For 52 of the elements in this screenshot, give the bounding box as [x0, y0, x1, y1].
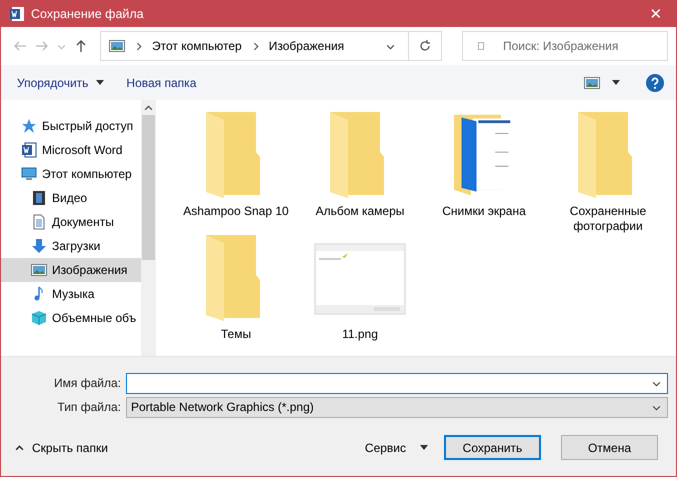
cube-icon: [31, 310, 47, 326]
field-label: Тип файла:: [56, 400, 122, 414]
help-icon[interactable]: [646, 74, 664, 92]
chevron-right-icon: [134, 42, 143, 50]
save-button[interactable]: Сохранить: [444, 435, 541, 460]
file-item[interactable]: Ashampoo Snap 10: [174, 112, 298, 235]
file-item[interactable]: 11.png: [298, 235, 422, 358]
filename-field[interactable]: [126, 372, 668, 394]
scroll-up-icon[interactable]: [144, 103, 153, 112]
down-arrow-icon: [31, 238, 47, 254]
sidebar-item[interactable]: Изображения: [1, 258, 141, 282]
up-arrow-icon[interactable]: [74, 39, 88, 53]
caret-icon: [96, 80, 104, 85]
search-field[interactable]: Поиск: Изображения: [462, 31, 668, 61]
hide-folders-button[interactable]: Скрыть папки: [13, 438, 110, 456]
pictures-icon: [109, 40, 125, 52]
film-icon: [31, 190, 47, 206]
sidebar-item[interactable]: Быстрый доступ: [1, 114, 141, 138]
new-folder-button[interactable]: Новая папка: [118, 72, 204, 94]
file-type-dropdown[interactable]: Portable Network Graphics (*.png): [126, 396, 668, 418]
star-icon: [21, 118, 37, 134]
file-item[interactable]: Альбом камеры: [298, 112, 422, 235]
tools-button[interactable]: Сервис: [362, 438, 438, 456]
field-label: Имя файла:: [53, 376, 122, 390]
document-icon: [31, 214, 47, 230]
file-item[interactable]: Снимки экрана: [422, 112, 546, 235]
file-item[interactable]: Сохраненные фотографии: [546, 112, 670, 235]
word-icon: [9, 6, 25, 22]
close-button[interactable]: ✕: [636, 0, 676, 27]
caret-icon[interactable]: [612, 80, 620, 85]
word-icon: [21, 142, 37, 158]
window-title: Сохранение файла: [31, 6, 144, 20]
organize-button[interactable]: Упорядочить: [9, 72, 112, 94]
sidebar-item[interactable]: Видео: [1, 186, 141, 210]
pictures-icon: [31, 262, 47, 278]
sidebar-item[interactable]: Объемные объ: [1, 306, 141, 330]
breadcrumb[interactable]: Изображения: [268, 39, 344, 53]
file-item[interactable]: Темы: [174, 235, 298, 358]
refresh-icon[interactable]: [418, 39, 432, 53]
sidebar-item[interactable]: Этот компьютер: [1, 162, 141, 186]
chevron-up-icon: [15, 443, 24, 452]
sidebar-item[interactable]: Музыка: [1, 282, 141, 306]
monitor-icon: [21, 166, 37, 182]
caret-icon: [420, 445, 428, 450]
address-bar[interactable]: Этот компьютер Изображения: [100, 31, 442, 61]
sidebar-item[interactable]: Microsoft Word: [1, 138, 141, 162]
scrollbar-thumb[interactable]: [142, 115, 155, 260]
sidebar-item[interactable]: Загрузки: [1, 234, 141, 258]
sidebar-item[interactable]: Документы: [1, 210, 141, 234]
cancel-button[interactable]: Отмена: [561, 435, 658, 460]
view-icon[interactable]: [584, 76, 600, 88]
breadcrumb[interactable]: Этот компьютер: [152, 39, 242, 53]
